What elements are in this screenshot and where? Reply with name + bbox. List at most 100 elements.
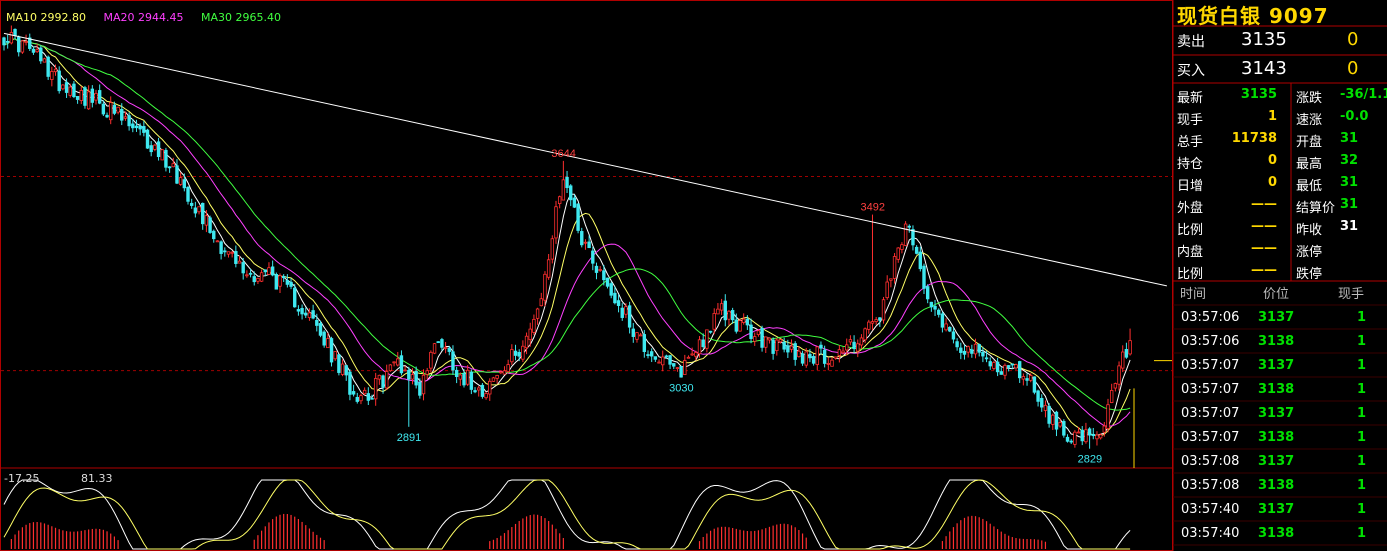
info-left-value-3: 0 <box>1267 153 1277 168</box>
candle-body <box>75 96 80 100</box>
candle-body <box>429 351 433 369</box>
candle-body <box>131 123 135 129</box>
candle-body <box>995 361 1000 373</box>
buy-price: 3143 <box>1241 58 1287 79</box>
candle-body <box>134 125 139 129</box>
candle-body <box>267 267 271 275</box>
candle-body <box>296 309 301 312</box>
info-left-value-8: —— <box>1251 263 1277 278</box>
candle-body <box>789 345 794 350</box>
candle-body <box>653 356 658 360</box>
candle-body <box>723 300 727 321</box>
candle-body <box>561 179 566 201</box>
candle-body <box>845 344 849 351</box>
candle-body <box>105 114 109 118</box>
candle-body <box>1091 434 1095 437</box>
candle-body <box>513 350 518 356</box>
candle-body <box>322 331 326 346</box>
candle-body <box>594 265 599 273</box>
candle-body <box>712 313 716 330</box>
candle-body <box>546 259 551 278</box>
info-right-value-1: -0.0 <box>1340 109 1369 124</box>
candle-body <box>598 269 602 271</box>
candle-body <box>175 165 179 184</box>
candle-body <box>410 374 415 380</box>
candle-body <box>937 309 941 315</box>
candle-body <box>874 319 878 323</box>
macd-legend: -17.25 81.33 <box>4 472 150 485</box>
candle-body <box>815 346 819 366</box>
candle-body <box>388 364 393 372</box>
candle-body <box>326 338 330 349</box>
candle-body <box>178 177 183 185</box>
info-left-label-0: 最新 <box>1177 91 1204 106</box>
candle-body <box>672 363 676 367</box>
candle-body <box>557 196 562 205</box>
trade-price: 3137 <box>1258 310 1295 325</box>
candle-body <box>53 68 58 73</box>
candle-body <box>517 352 521 357</box>
candle-body <box>554 206 558 239</box>
candle-body <box>46 56 50 77</box>
candle-body <box>999 371 1003 375</box>
candle-body <box>440 339 444 348</box>
candle-body <box>381 375 385 388</box>
candle-body <box>591 250 595 264</box>
candle-body <box>1054 411 1059 430</box>
candle-body <box>57 70 61 92</box>
candle-body <box>970 349 974 354</box>
candle-body <box>528 328 532 341</box>
info-right-value-3: 32 <box>1340 153 1359 168</box>
ma20-line <box>3 38 1131 427</box>
candle-body <box>31 48 36 53</box>
trade-time: 03:57:08 <box>1181 454 1240 469</box>
candle-body <box>782 341 786 350</box>
candle-body <box>730 310 735 321</box>
trade-time: 03:57:07 <box>1181 430 1240 445</box>
candle-body <box>929 301 934 308</box>
candle-body <box>79 90 83 101</box>
candle-body <box>208 217 212 233</box>
candle-body <box>1040 397 1044 408</box>
candle-body <box>13 28 17 36</box>
annotation-2829: 2829 <box>1078 454 1102 466</box>
candle-body <box>738 320 742 332</box>
candle-body <box>407 369 411 380</box>
info-right-label-3: 最高 <box>1296 157 1323 172</box>
candle-body <box>488 380 492 395</box>
candle-body <box>458 374 463 380</box>
candle-body <box>270 266 275 276</box>
candle-body <box>237 260 242 264</box>
trade-time: 03:57:40 <box>1181 526 1240 541</box>
info-right-label-1: 速涨 <box>1296 113 1323 128</box>
candle-body <box>661 356 665 366</box>
candle-body <box>1084 429 1088 443</box>
candle-body <box>627 305 632 328</box>
candle-body <box>1102 425 1107 433</box>
candle-body <box>756 330 761 335</box>
trade-qty: 1 <box>1357 406 1367 421</box>
ma-legend: MA10 2992.80 MA20 2944.45 MA30 2965.40 <box>6 11 295 24</box>
candle-body <box>984 357 989 360</box>
trade-qty: 1 <box>1357 310 1367 325</box>
candle-body <box>543 273 547 301</box>
trade-qty: 1 <box>1357 382 1367 397</box>
candle-body <box>97 90 102 104</box>
candle-body <box>911 229 915 246</box>
candle-body <box>83 87 87 106</box>
candle-body <box>951 331 956 340</box>
trade-qty: 1 <box>1357 502 1367 517</box>
candle-body <box>289 281 293 287</box>
candle-body <box>1058 422 1062 427</box>
macd-value-2: 81.33 <box>80 472 113 485</box>
candle-body <box>649 351 654 357</box>
info-left-label-1: 现手 <box>1177 113 1204 128</box>
candle-body <box>620 307 624 318</box>
sell-row: 卖出 3135 0 <box>1177 27 1387 53</box>
candle-body <box>1032 376 1037 393</box>
candle-body <box>524 335 529 349</box>
candle-body <box>1010 363 1015 366</box>
candle-body <box>72 83 76 98</box>
candle-body <box>771 339 775 354</box>
candle-body <box>955 341 959 348</box>
